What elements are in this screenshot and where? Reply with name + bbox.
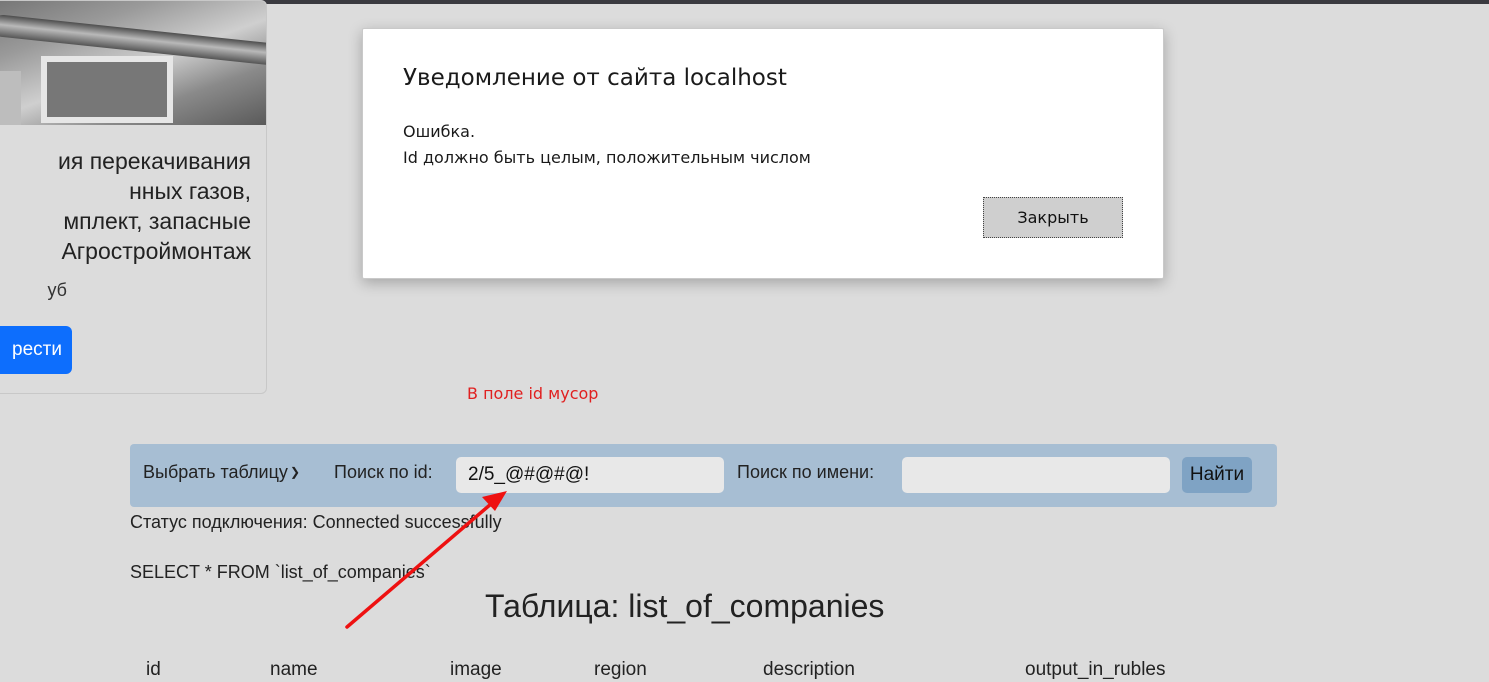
id-search-input[interactable]: 2/5_@#@#@! xyxy=(456,457,724,493)
column-header: id xyxy=(146,659,161,680)
column-header: name xyxy=(270,659,318,680)
column-header: description xyxy=(763,659,855,680)
product-image xyxy=(0,1,266,125)
product-card: ия перекачивания нных газов, мплект, зап… xyxy=(0,0,267,394)
column-header: output_in_rubles xyxy=(1025,659,1166,680)
product-title-line: мплект, запасные xyxy=(63,208,251,234)
product-title-line: нных газов, xyxy=(129,178,251,204)
table-title: Таблица: list_of_companies xyxy=(485,588,885,624)
table-select-dropdown[interactable]: Выбрать таблицу ❯ xyxy=(143,462,300,483)
product-price: уб xyxy=(47,280,67,300)
column-header: region xyxy=(594,659,647,680)
table-select-label: Выбрать таблицу xyxy=(143,462,288,482)
dialog-message-line: Ошибка. xyxy=(403,122,476,141)
product-title: ия перекачивания нных газов, мплект, зап… xyxy=(0,146,251,266)
chevron-down-icon: ❯ xyxy=(289,465,300,479)
product-title-line: Агростроймонтаж xyxy=(61,238,251,264)
find-button[interactable]: Найти xyxy=(1182,457,1252,493)
dialog-message: Ошибка. Id должно быть целым, положитель… xyxy=(403,119,811,171)
sql-query-text: SELECT * FROM `list_of_companies` xyxy=(130,562,431,582)
id-search-label: Поиск по id: xyxy=(334,462,433,482)
annotation-label: В поле id мусор xyxy=(467,384,599,403)
connection-status: Статус подключения: Connected successful… xyxy=(130,512,502,532)
search-bar: Выбрать таблицу ❯ Поиск по id: 2/5_@#@#@!… xyxy=(130,444,1277,507)
dialog-title: Уведомление от сайта localhost xyxy=(403,65,787,91)
product-title-line: ия перекачивания xyxy=(58,148,251,174)
dialog-message-line: Id должно быть целым, положительным числ… xyxy=(403,148,811,167)
name-search-input[interactable] xyxy=(902,457,1170,493)
close-button[interactable]: Закрыть xyxy=(983,197,1123,238)
buy-button[interactable]: рести xyxy=(0,326,72,374)
name-search-label: Поиск по имени: xyxy=(737,462,875,482)
column-header: image xyxy=(450,659,502,680)
alert-dialog: Уведомление от сайта localhost Ошибка. I… xyxy=(362,28,1164,279)
